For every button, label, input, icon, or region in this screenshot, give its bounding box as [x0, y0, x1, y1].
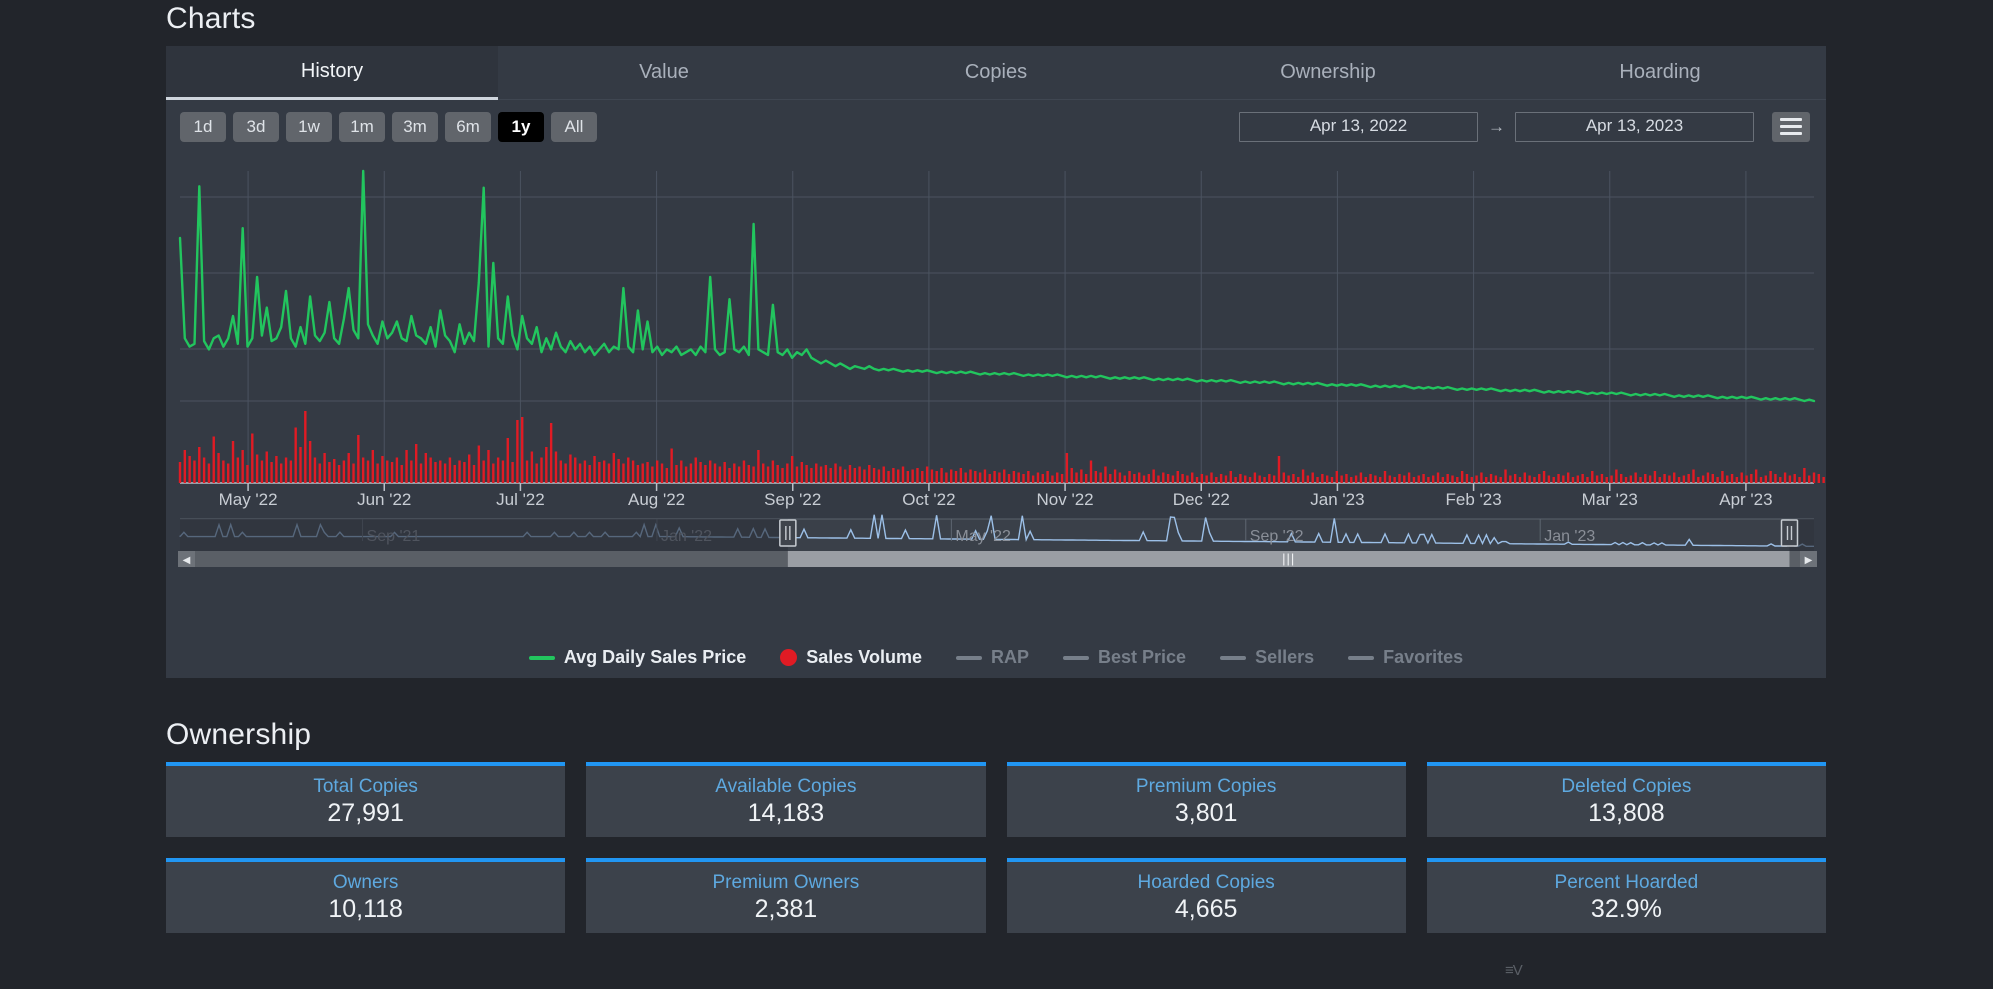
ownership-card: Owners 10,118 — [166, 858, 566, 933]
ownership-card: Deleted Copies 13,808 — [1426, 762, 1826, 837]
ownership-card: Total Copies 27,991 — [166, 762, 566, 837]
card-label: Available Copies — [715, 775, 857, 797]
card-value: 2,381 — [754, 894, 818, 923]
card-label: Owners — [332, 871, 399, 893]
x-axis-tick-label: Jun '22 — [357, 490, 411, 509]
x-axis-tick-label: Sep '22 — [764, 490, 821, 509]
range-button-1d[interactable]: 1d — [180, 111, 226, 142]
x-axis-tick-label: Mar '23 — [1582, 490, 1638, 509]
scrollbar-grip-icon: ||| — [1282, 551, 1295, 566]
card-value: 13,808 — [1588, 798, 1665, 827]
legend-item-best-price[interactable]: Best Price — [1063, 647, 1186, 668]
legend-label: Sales Volume — [806, 647, 922, 667]
legend-item-avg-daily-sales-price[interactable]: Avg Daily Sales Price — [528, 647, 747, 668]
range-button-6m[interactable]: 6m — [445, 111, 491, 142]
chart-toolbar: 1d3d1w1m3m6m1yAll → — [166, 100, 1826, 153]
x-axis-tick-label: May '22 — [219, 490, 278, 509]
chart-plot-area[interactable]: May '22 Jun '22 Jul '22 Aug '22 Sep '22 Oct '… — [166, 153, 1826, 568]
navigator-handle-right[interactable] — [1780, 519, 1799, 547]
card-label: Percent Hoarded — [1554, 871, 1699, 893]
legend-line-icon — [528, 655, 555, 660]
card-value: 32.9% — [1590, 894, 1662, 923]
chart-tabs: History Value Copies Ownership Hoarding — [166, 46, 1826, 100]
date-range-arrow-icon: → — [1488, 116, 1505, 136]
navigator-tick-label: Jan '23 — [1544, 528, 1595, 545]
card-label: Hoarded Copies — [1137, 871, 1275, 893]
legend-item-sellers[interactable]: Sellers — [1220, 647, 1314, 668]
x-axis-tick-label: Feb '23 — [1445, 490, 1501, 509]
date-to-input[interactable] — [1515, 111, 1754, 142]
x-axis-tick-label: Nov '22 — [1037, 490, 1094, 509]
legend-label: Favorites — [1383, 647, 1464, 667]
range-button-3m[interactable]: 3m — [392, 111, 438, 142]
range-button-1y[interactable]: 1y — [498, 111, 544, 142]
card-label: Premium Copies — [1135, 775, 1277, 797]
range-button-group: 1d 3d 1w 1m 3m 6m 1y All — [180, 111, 597, 142]
watermark: ≡V — [1505, 962, 1523, 979]
card-value: 27,991 — [327, 798, 404, 827]
legend-label: RAP — [990, 647, 1029, 667]
tab-value[interactable]: Value — [498, 46, 830, 99]
ownership-card: Available Copies 14,183 — [586, 762, 986, 837]
card-value: 14,183 — [747, 798, 825, 827]
x-axis-tick-label: Oct '22 — [902, 490, 955, 509]
page-title-charts: Charts — [166, 2, 256, 35]
card-label: Premium Owners — [712, 871, 860, 893]
charts-panel: History Value Copies Ownership Hoarding 1d 3d… — [166, 46, 1826, 678]
ownership-card: Premium Owners 2,381 — [586, 858, 986, 933]
ownership-card: Hoarded Copies 4,665 — [1006, 858, 1406, 933]
scroll-left-arrow-icon[interactable]: ◀ — [183, 555, 191, 566]
scroll-right-arrow-icon[interactable]: ▶ — [1805, 555, 1813, 566]
card-value: 10,118 — [328, 894, 403, 923]
card-value: 4,665 — [1174, 894, 1238, 923]
legend-label: Best Price — [1098, 647, 1187, 667]
page-root: Charts History Value Copies Ownership Hoardi… — [0, 0, 1993, 989]
x-axis-tick-label: Dec '22 — [1173, 490, 1230, 509]
navigator-tick-label: Sep '22 — [1250, 528, 1304, 545]
card-label: Total Copies — [313, 775, 418, 797]
range-button-all[interactable]: All — [551, 111, 597, 142]
legend-line-icon — [955, 655, 982, 660]
range-button-1m[interactable]: 1m — [339, 111, 385, 142]
range-button-1w[interactable]: 1w — [286, 111, 332, 142]
tab-copies[interactable]: Copies — [830, 46, 1162, 99]
ownership-card-grid: Total Copies 27,991 Available Copies 14,183… — [166, 762, 1826, 933]
legend-item-favorites[interactable]: Favorites — [1348, 647, 1463, 668]
page-title-ownership: Ownership — [166, 718, 312, 751]
legend-dot-icon — [780, 649, 798, 666]
legend-item-sales-volume[interactable]: Sales Volume — [780, 647, 922, 668]
tab-hoarding[interactable]: Hoarding — [1494, 46, 1826, 99]
tab-history[interactable]: History — [166, 46, 498, 100]
card-value: 3,801 — [1174, 798, 1238, 827]
navigator-handle-left[interactable] — [779, 519, 797, 547]
card-label: Deleted Copies — [1561, 775, 1692, 797]
legend-line-icon — [1220, 655, 1247, 660]
chart-legend: Avg Daily Sales Price Sales Volume RAP Best… — [166, 647, 1826, 668]
x-axis-tick-label: Aug '22 — [628, 490, 685, 509]
x-axis-tick-label: Jul '22 — [496, 490, 545, 509]
date-range-picker: → — [1239, 111, 1810, 142]
legend-line-icon — [1348, 655, 1375, 660]
tab-ownership[interactable]: Ownership — [1162, 46, 1494, 99]
legend-label: Sellers — [1255, 647, 1315, 667]
ownership-card: Premium Copies 3,801 — [1006, 762, 1406, 837]
date-from-input[interactable] — [1239, 111, 1478, 142]
legend-item-rap[interactable]: RAP — [955, 647, 1029, 668]
hamburger-menu-icon[interactable] — [1772, 111, 1810, 142]
ownership-card: Percent Hoarded 32.9% — [1426, 858, 1826, 933]
legend-label: Avg Daily Sales Price — [563, 647, 747, 667]
x-axis-tick-label: Jan '23 — [1310, 490, 1364, 509]
navigator-tick-label: May '22 — [955, 528, 1011, 545]
x-axis-tick-label: Apr '23 — [1719, 490, 1772, 509]
history-chart-svg[interactable]: May '22 Jun '22 Jul '22 Aug '22 Sep '22 Oct '… — [166, 153, 1826, 568]
legend-line-icon — [1063, 655, 1089, 660]
range-button-3d[interactable]: 3d — [233, 111, 279, 142]
